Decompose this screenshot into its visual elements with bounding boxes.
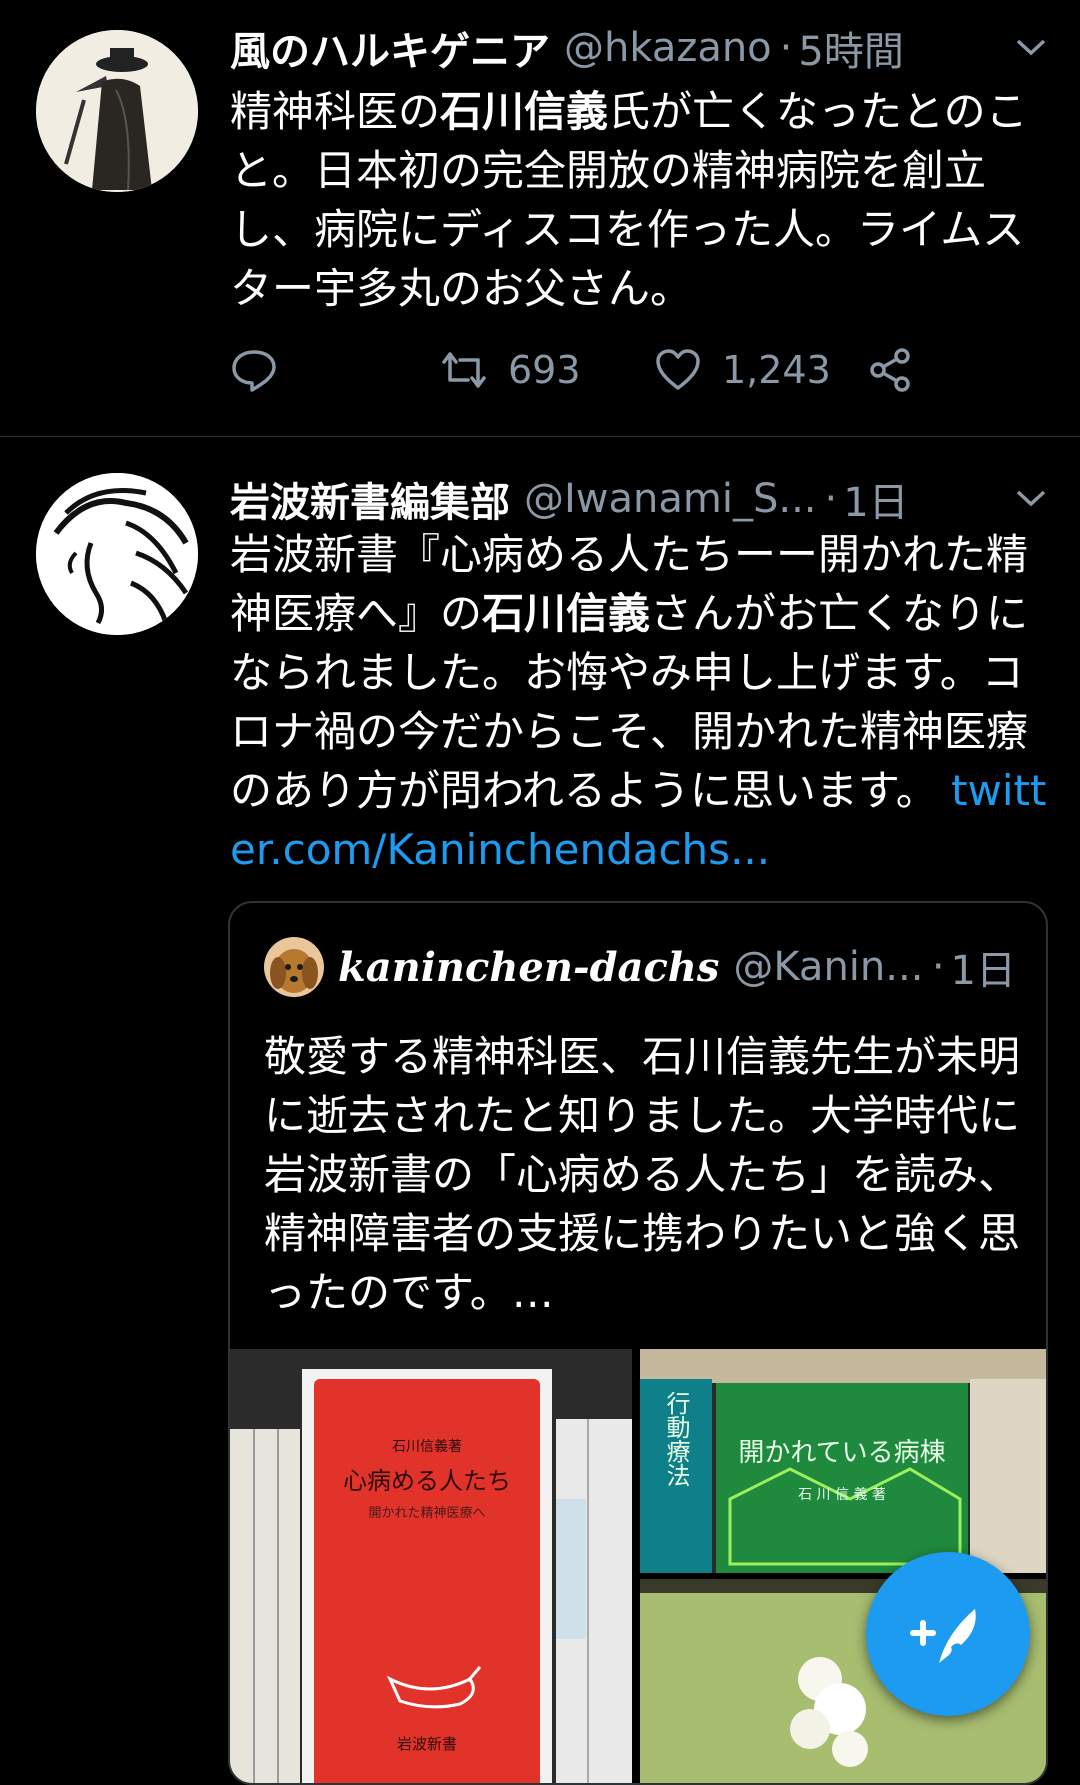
highlighted-name: 石川信義	[440, 87, 609, 136]
book-author: 石 川 信 義 著	[798, 1486, 886, 1503]
display-name[interactable]: 岩波新書編集部	[230, 470, 510, 528]
retweet-icon	[442, 352, 486, 388]
book-subtitle: 開かれた精神医療へ	[368, 1506, 485, 1521]
quote-text: 敬愛する精神科医、石川信義先生が未明に逝去されたと知りました。大学時代に岩波新書…	[264, 1032, 1021, 1317]
book-title: 心病める人たち	[343, 1467, 511, 1495]
media-image-book-cover[interactable]: 石川信義著 心病める人たち 開かれた精神医療へ 岩波新書	[230, 1349, 632, 1783]
display-name[interactable]: 風のハルキゲニア	[230, 19, 550, 77]
like-icon	[656, 349, 700, 390]
chevron-down-icon[interactable]	[1014, 483, 1048, 513]
book-shelf-photo: 石川信義著 心病める人たち 開かれた精神医療へ 岩波新書	[230, 1349, 632, 1783]
retweet-button[interactable]: 693	[440, 346, 581, 394]
tweet[interactable]: 風のハルキゲニア @hkazano · 5時間 精神科医の石川信義氏が亡くなった…	[0, 0, 1080, 437]
retweet-count: 693	[508, 348, 581, 392]
book-author: 石川信義著	[392, 1438, 462, 1455]
tweet-text: 岩波新書『心病める人たちーー開かれた精神医療へ』の石川信義さんがお亡くなりになら…	[230, 525, 1050, 879]
media-image-book-green[interactable]: 行動療法 開かれている病棟 石 川 信 義 著	[640, 1349, 1046, 1573]
chevron-down-icon[interactable]	[1014, 32, 1048, 62]
separator-dot: ·	[779, 25, 793, 71]
timestamp[interactable]: 1日	[843, 470, 908, 528]
book-spine-text: 行動療法	[662, 1391, 690, 1487]
tweet-actions: 693 1,243	[230, 346, 1050, 406]
book-title: 開かれている病棟	[738, 1438, 945, 1468]
separator-dot: ·	[824, 476, 838, 522]
quote-avatar[interactable]	[264, 937, 324, 997]
tweet-text: 精神科医の石川信義氏が亡くなったとのこと。日本初の完全開放の精神病院を創立し、病…	[230, 82, 1050, 318]
compose-tweet-button[interactable]	[866, 1552, 1030, 1716]
tweet-text-part: 精神科医の	[230, 87, 441, 136]
like-button[interactable]: 1,243	[654, 346, 831, 394]
reply-button[interactable]	[230, 346, 278, 394]
book-publisher: 岩波新書	[397, 1735, 457, 1753]
green-book-photo: 行動療法 開かれている病棟 石 川 信 義 著	[640, 1349, 1046, 1573]
highlighted-name: 石川信義	[482, 589, 651, 638]
reply-icon	[232, 350, 276, 392]
separator-dot: ·	[931, 944, 945, 990]
avatar[interactable]	[36, 30, 198, 192]
dachshund-avatar-image	[264, 937, 324, 997]
username[interactable]: @hkazano	[564, 25, 772, 71]
quote-display-name[interactable]: kaninchen-dachs	[338, 944, 719, 991]
ink-drawing-avatar-image	[36, 473, 198, 635]
plague-doctor-avatar-image	[36, 30, 198, 192]
compose-icon	[910, 1609, 976, 1663]
share-button[interactable]	[866, 346, 914, 394]
timestamp[interactable]: 5時間	[798, 19, 903, 77]
username[interactable]: @Iwanami_S...	[524, 476, 817, 522]
quote-timestamp[interactable]: 1日	[951, 938, 1016, 996]
like-count: 1,243	[722, 348, 831, 392]
share-icon	[870, 348, 910, 392]
avatar[interactable]	[36, 473, 198, 635]
quote-username[interactable]: @Kanin...	[733, 944, 923, 990]
